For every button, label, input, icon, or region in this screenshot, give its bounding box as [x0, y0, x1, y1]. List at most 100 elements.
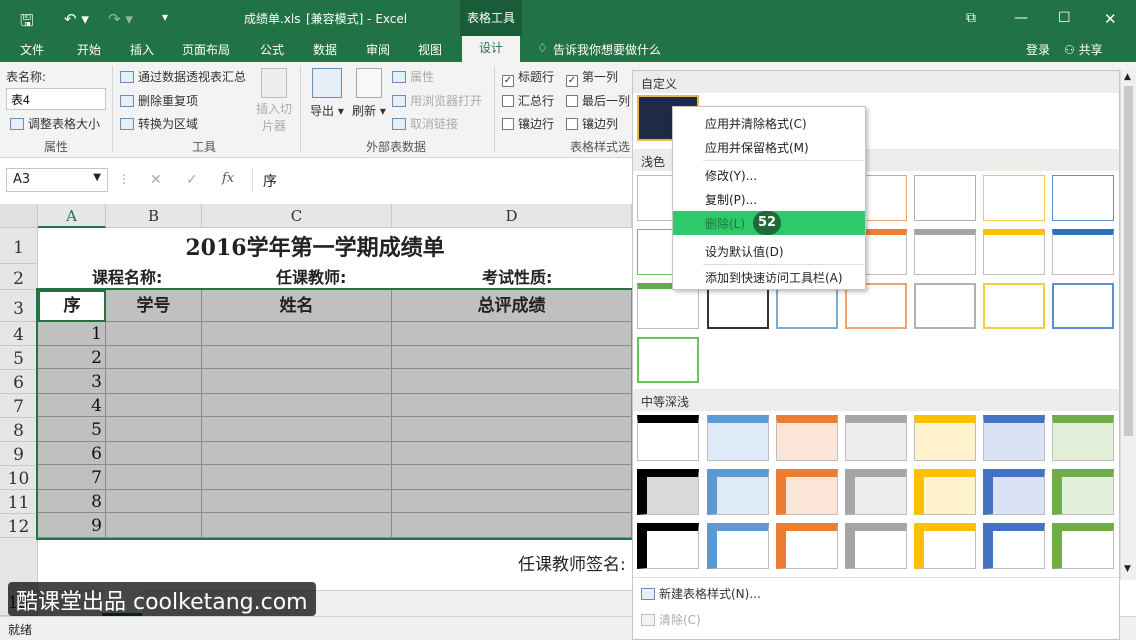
row-header[interactable]: 8: [0, 418, 38, 442]
style-swatch[interactable]: [983, 469, 1045, 515]
dropdown-arrow-icon[interactable]: ▼: [93, 172, 101, 183]
style-swatch[interactable]: [707, 415, 769, 461]
row-header[interactable]: 11: [0, 490, 38, 514]
tab-formulas[interactable]: 公式: [260, 41, 284, 58]
style-swatch[interactable]: [914, 283, 976, 329]
header-row-checkbox[interactable]: ✓ 标题行: [502, 68, 554, 87]
row-header[interactable]: 9: [0, 442, 38, 466]
style-swatch[interactable]: [983, 229, 1045, 275]
menu-item-apply-keep[interactable]: 应用并保留格式(M): [673, 135, 865, 159]
style-swatch[interactable]: [1052, 283, 1114, 329]
insert-function-icon[interactable]: fx: [222, 171, 234, 186]
login-link[interactable]: 登录: [1026, 41, 1050, 58]
ribbon-display-icon[interactable]: ⧉: [966, 10, 976, 26]
menu-item-add-to-qat[interactable]: 添加到快速访问工具栏(A): [673, 265, 865, 289]
refresh-button[interactable]: 刷新 ▾: [352, 68, 386, 119]
gallery-scrollbar[interactable]: ▲ ▼: [1120, 70, 1136, 580]
column-header[interactable]: A: [38, 204, 106, 228]
redo-icon[interactable]: ↷ ▾: [108, 10, 133, 28]
tab-file[interactable]: 文件: [20, 41, 44, 58]
row-header[interactable]: 7: [0, 394, 38, 418]
tab-review[interactable]: 审阅: [366, 41, 390, 58]
style-swatch[interactable]: [983, 523, 1045, 569]
style-swatch[interactable]: [707, 523, 769, 569]
cancel-icon[interactable]: ✕: [150, 172, 162, 188]
tab-data[interactable]: 数据: [313, 41, 337, 58]
scroll-up-icon[interactable]: ▲: [1124, 72, 1131, 82]
menu-item-apply-clear[interactable]: 应用并清除格式(C): [673, 111, 865, 135]
style-swatch[interactable]: [637, 523, 699, 569]
style-swatch[interactable]: [914, 469, 976, 515]
style-swatch[interactable]: [637, 469, 699, 515]
tab-insert[interactable]: 插入: [130, 41, 154, 58]
column-header[interactable]: D: [392, 204, 632, 228]
style-swatch[interactable]: [914, 415, 976, 461]
style-swatch[interactable]: [1052, 175, 1114, 221]
close-icon[interactable]: ✕: [1104, 10, 1117, 28]
maximize-icon[interactable]: ☐: [1058, 10, 1071, 26]
row-header[interactable]: 4: [0, 322, 38, 346]
style-swatch[interactable]: [707, 469, 769, 515]
banded-columns-checkbox[interactable]: 镶边列: [566, 115, 618, 132]
select-all-corner[interactable]: [0, 204, 38, 228]
column-header[interactable]: C: [202, 204, 392, 228]
style-swatch[interactable]: [776, 415, 838, 461]
style-swatch[interactable]: [845, 415, 907, 461]
style-swatch[interactable]: [983, 415, 1045, 461]
menu-item-modify[interactable]: 修改(Y)...: [673, 163, 865, 187]
tab-page-layout[interactable]: 页面布局: [182, 41, 230, 58]
row-header[interactable]: 3: [0, 290, 38, 322]
share-button[interactable]: ⚇ 共享: [1064, 41, 1103, 58]
style-swatch[interactable]: [914, 523, 976, 569]
signature-label[interactable]: 任课教师签名:: [518, 550, 626, 575]
pivot-summary-button[interactable]: 通过数据透视表汇总: [120, 68, 246, 85]
scroll-thumb[interactable]: [1124, 86, 1133, 436]
export-button[interactable]: 导出 ▾: [310, 68, 344, 119]
menu-item-set-default[interactable]: 设为默认值(D): [673, 239, 865, 263]
open-in-browser-button[interactable]: 用浏览器打开: [392, 92, 482, 109]
row-header[interactable]: 2: [0, 264, 38, 290]
total-row-checkbox[interactable]: 汇总行: [502, 92, 554, 109]
last-column-checkbox[interactable]: 最后一列: [566, 92, 630, 109]
tell-me-search[interactable]: 告诉我你想要做什么: [553, 41, 661, 58]
formula-input[interactable]: 序: [252, 168, 632, 192]
style-swatch[interactable]: [914, 229, 976, 275]
minimize-icon[interactable]: —: [1014, 10, 1028, 26]
customize-qat-icon[interactable]: ▾: [162, 10, 168, 24]
enter-icon[interactable]: ✓: [186, 172, 198, 188]
style-swatch[interactable]: [1052, 229, 1114, 275]
tab-view[interactable]: 视图: [418, 41, 442, 58]
style-swatch[interactable]: [1052, 415, 1114, 461]
convert-to-range-button[interactable]: 转换为区域: [120, 115, 198, 132]
save-icon[interactable]: 🖫: [20, 10, 34, 37]
style-swatch[interactable]: [1052, 523, 1114, 569]
unlink-button[interactable]: 取消链接: [392, 115, 458, 132]
resize-table-button[interactable]: 调整表格大小: [10, 115, 100, 132]
style-swatch[interactable]: [1052, 469, 1114, 515]
style-swatch[interactable]: [983, 283, 1045, 329]
properties-button[interactable]: 属性: [392, 68, 434, 85]
row-header[interactable]: 10: [0, 466, 38, 490]
banded-rows-checkbox[interactable]: 镶边行: [502, 115, 554, 132]
name-box[interactable]: A3 ▼: [6, 168, 108, 192]
remove-duplicates-button[interactable]: 删除重复项: [120, 92, 198, 109]
row-header[interactable]: 1: [0, 228, 38, 264]
first-column-checkbox[interactable]: ✓ 第一列: [566, 68, 618, 87]
sheet-title[interactable]: 2016学年第一学期成绩单: [38, 228, 632, 264]
insert-slicer-button[interactable]: 插入切片器: [256, 68, 292, 134]
style-swatch[interactable]: [776, 523, 838, 569]
tab-home[interactable]: 开始: [77, 41, 101, 58]
row-header[interactable]: 12: [0, 514, 38, 538]
row-header[interactable]: 5: [0, 346, 38, 370]
undo-icon[interactable]: ↶ ▾: [64, 10, 89, 28]
style-swatch[interactable]: [983, 175, 1045, 221]
style-swatch[interactable]: [845, 469, 907, 515]
style-swatch[interactable]: [637, 337, 699, 383]
column-header[interactable]: B: [106, 204, 202, 228]
tab-design[interactable]: 设计: [462, 36, 520, 62]
clear-style-button[interactable]: 清除(C): [641, 611, 701, 628]
menu-item-duplicate[interactable]: 复制(P)...: [673, 187, 865, 211]
scroll-down-icon[interactable]: ▼: [1124, 564, 1131, 574]
table-name-input[interactable]: [6, 88, 106, 110]
style-swatch[interactable]: [776, 469, 838, 515]
